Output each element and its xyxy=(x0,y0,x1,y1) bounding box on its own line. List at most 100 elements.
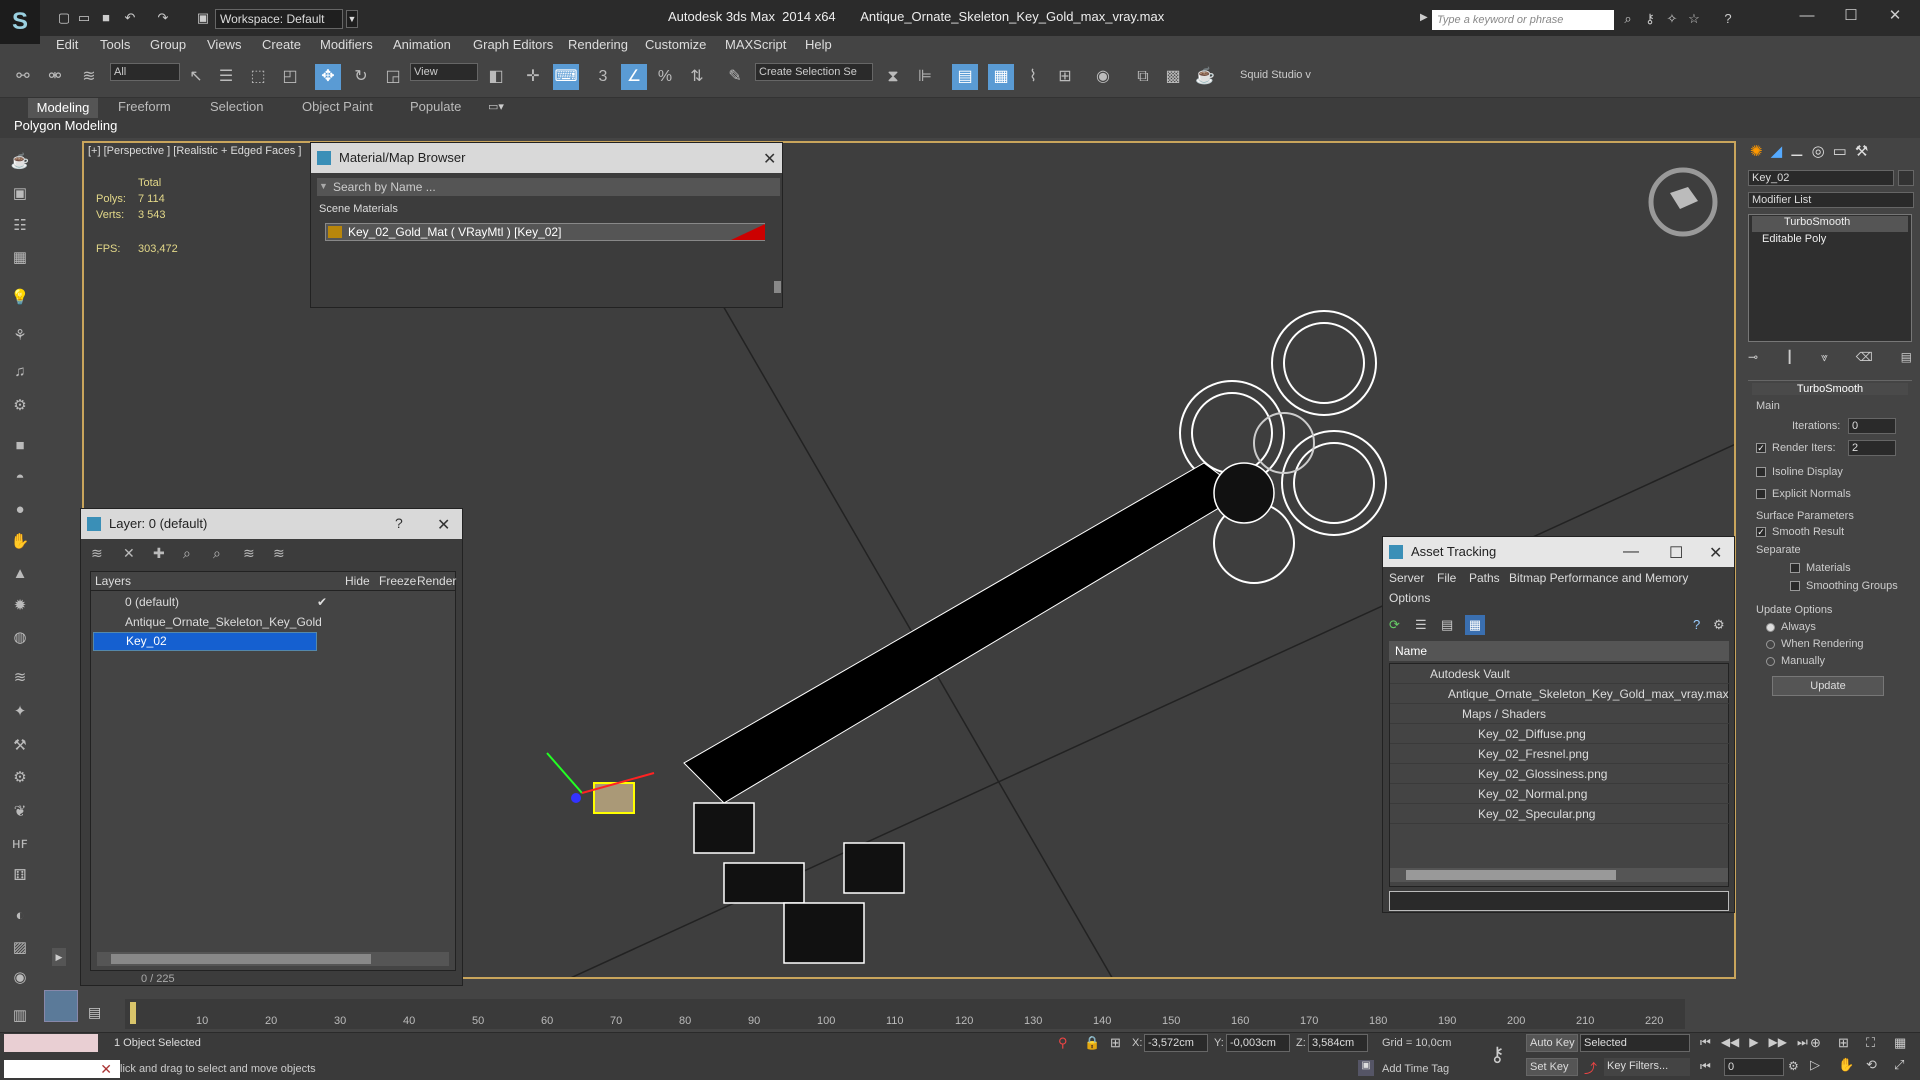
layer-help-icon[interactable]: ? xyxy=(395,515,403,531)
named-selection-dropdown[interactable]: Create Selection Se xyxy=(755,63,873,81)
pin-stack-icon[interactable]: ⊸ xyxy=(1748,350,1758,368)
mat-scrollbar[interactable] xyxy=(774,281,781,293)
tab-object-paint[interactable]: Object Paint xyxy=(302,99,373,114)
select-move-icon[interactable]: ✥ xyxy=(315,64,341,90)
menu-animation[interactable]: Animation xyxy=(393,37,451,52)
render-iters-spinner[interactable]: 2 xyxy=(1848,440,1896,456)
snap-toggle-icon[interactable]: 3 xyxy=(590,64,616,90)
zoom-extents-all-icon[interactable]: ▦ xyxy=(1894,1035,1918,1051)
tab-selection[interactable]: Selection xyxy=(210,99,263,114)
maxscript-listener[interactable] xyxy=(4,1034,98,1052)
pan-icon[interactable]: ✋ xyxy=(1838,1057,1862,1073)
stack-item-turbosmooth[interactable]: TurboSmooth xyxy=(1752,216,1908,232)
menu-graph-editors[interactable]: Graph Editors xyxy=(473,37,553,52)
turbosmooth-rollout-title[interactable]: TurboSmooth xyxy=(1752,383,1908,395)
window-crossing-icon[interactable]: ◰ xyxy=(277,64,303,90)
layer-row-selected[interactable]: Key_02 xyxy=(93,632,317,651)
col-layers[interactable]: Layers xyxy=(95,574,131,588)
render-frame-icon[interactable]: ▩ xyxy=(1160,64,1186,90)
asset-row[interactable]: Key_02_Normal.png xyxy=(1390,784,1730,804)
fov-icon[interactable]: ▷ xyxy=(1810,1057,1834,1073)
manipulate-icon[interactable]: ✛ xyxy=(520,64,546,90)
menu-group[interactable]: Group xyxy=(150,37,186,52)
add-to-layer-icon[interactable]: ✚ xyxy=(153,545,165,562)
deform-icon[interactable]: ⚘ xyxy=(8,324,32,348)
expand-strip-icon[interactable]: ▶ xyxy=(52,948,66,966)
keyword-search-input[interactable]: Type a keyword or phrase xyxy=(1432,10,1614,30)
new-file-icon[interactable]: ▢ xyxy=(56,11,72,25)
key-curve-icon[interactable]: ⤴ xyxy=(1584,1058,1597,1077)
expand-arrow-icon[interactable]: ▶ xyxy=(1420,12,1428,23)
lock-icon[interactable]: 🔒 xyxy=(1084,1035,1100,1051)
z-coord-field[interactable]: 3,584cm xyxy=(1308,1034,1368,1052)
freeze-all-icon[interactable]: ≋ xyxy=(273,545,285,562)
table-view-icon[interactable]: ▦ xyxy=(1465,615,1485,635)
auto-key-button[interactable]: Auto Key xyxy=(1526,1034,1578,1052)
delete-layer-icon[interactable]: ✕ xyxy=(123,545,135,562)
page-icon[interactable]: ▥ xyxy=(8,1004,32,1028)
key-icon[interactable]: ⚷ xyxy=(1642,12,1658,26)
ball-icon[interactable]: ◍ xyxy=(8,626,32,650)
asset-menu-paths[interactable]: Paths xyxy=(1469,571,1500,585)
film-icon[interactable]: ⚙ xyxy=(8,394,32,418)
layer-close-icon[interactable]: ✕ xyxy=(437,515,450,535)
materials-checkbox[interactable]: Materials xyxy=(1790,562,1851,574)
add-time-tag-icon[interactable]: ▣ xyxy=(1358,1060,1374,1076)
asset-minimize-icon[interactable]: — xyxy=(1623,543,1639,561)
tab-modeling[interactable]: Modeling xyxy=(28,98,98,118)
rect-selection-icon[interactable]: ⬚ xyxy=(245,64,271,90)
menu-help[interactable]: Help xyxy=(805,37,832,52)
asset-col-name[interactable]: Name xyxy=(1389,641,1729,661)
asset-menu-file[interactable]: File xyxy=(1437,571,1456,585)
open-file-icon[interactable]: ▭ xyxy=(76,11,92,25)
smoothing-groups-checkbox[interactable]: Smoothing Groups xyxy=(1790,580,1898,592)
always-radio[interactable]: Always xyxy=(1766,621,1816,633)
mat-browser-title[interactable]: Material/Map Browser xyxy=(311,143,782,173)
select-scale-icon[interactable]: ◲ xyxy=(380,64,406,90)
teapot-icon[interactable]: ☕ xyxy=(8,150,32,174)
asset-row[interactable]: Antique_Ornate_Skeleton_Key_Gold_max_vra… xyxy=(1390,684,1730,704)
next-frame-icon[interactable]: ▶▶ xyxy=(1769,1035,1787,1050)
asset-menu-options[interactable]: Options xyxy=(1389,591,1430,605)
y-coord-field[interactable]: -0,003cm xyxy=(1226,1034,1290,1052)
workspace-dropdown[interactable]: Workspace: Default xyxy=(215,9,343,29)
grid-icon[interactable]: ▦ xyxy=(8,246,32,270)
minimize-icon[interactable]: — xyxy=(1792,6,1822,26)
menu-modifiers[interactable]: Modifiers xyxy=(320,37,373,52)
asset-row[interactable]: Autodesk Vault xyxy=(1390,664,1730,684)
tab-freeform[interactable]: Freeform xyxy=(118,99,171,114)
menu-edit[interactable]: Edit xyxy=(56,37,78,52)
hand-icon[interactable]: ✋ xyxy=(8,530,32,554)
when-rendering-radio[interactable]: When Rendering xyxy=(1766,638,1864,650)
add-time-tag[interactable]: Add Time Tag xyxy=(1382,1063,1449,1075)
modify-tab-icon[interactable]: ◢ xyxy=(1771,142,1783,166)
object-color-swatch[interactable] xyxy=(1898,170,1914,186)
help-icon[interactable]: ? xyxy=(1720,12,1736,26)
layer-title[interactable]: Layer: 0 (default) xyxy=(81,509,462,539)
viewport-label[interactable]: [+] [Perspective ] [Realistic + Edged Fa… xyxy=(88,145,301,157)
set-key-button[interactable]: Set Key xyxy=(1526,1058,1578,1076)
update-button[interactable]: Update xyxy=(1772,676,1884,696)
isolate-icon[interactable]: ⚲ xyxy=(1058,1035,1068,1051)
x-coord-field[interactable]: -3,572cm xyxy=(1144,1034,1208,1052)
settings-icon[interactable]: ⚙ xyxy=(1713,617,1725,633)
save-icon[interactable]: ■ xyxy=(98,11,114,25)
percent-snap-icon[interactable]: % xyxy=(652,64,678,90)
render-iters-checkbox[interactable]: ✓ Render Iters: xyxy=(1756,442,1836,454)
mat-browser-close-icon[interactable]: ✕ xyxy=(763,149,776,169)
utilities-tab-icon[interactable]: ⚒ xyxy=(1855,142,1868,166)
asset-menu-bitmap[interactable]: Bitmap Performance and Memory xyxy=(1509,571,1688,585)
ribbon-toggle-icon[interactable]: ▦ xyxy=(988,64,1014,90)
schematic-view-icon[interactable]: ⊞ xyxy=(1052,64,1078,90)
earth-icon[interactable]: ◉ xyxy=(8,966,32,990)
asset-row[interactable]: Key_02_Diffuse.png xyxy=(1390,724,1730,744)
dome-icon[interactable]: ◓ xyxy=(8,466,32,490)
remove-modifier-icon[interactable]: ⌫ xyxy=(1856,350,1873,368)
col-render[interactable]: Render xyxy=(417,574,456,588)
bind-space-warp-icon[interactable]: ≋ xyxy=(76,64,102,90)
mat-search-input[interactable]: Search by Name ... xyxy=(317,178,780,196)
key-mode-dropdown[interactable]: Selected xyxy=(1580,1034,1690,1052)
asset-row[interactable]: Key_02_Specular.png xyxy=(1390,804,1730,824)
polygon-modeling-tab[interactable]: Polygon Modeling xyxy=(14,118,117,133)
col-hide[interactable]: Hide xyxy=(345,574,370,588)
